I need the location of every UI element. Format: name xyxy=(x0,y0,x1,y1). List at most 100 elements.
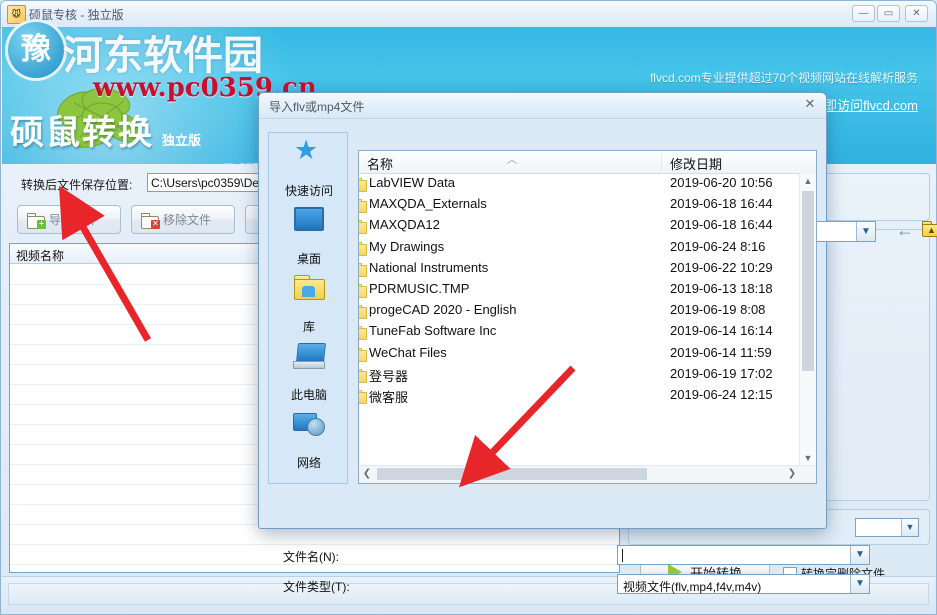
place-label: 网络 xyxy=(269,454,349,471)
place-label: 桌面 xyxy=(269,250,349,267)
folder-icon xyxy=(359,348,366,361)
folder-icon xyxy=(359,369,366,382)
file-date: 2019-06-13 18:18 xyxy=(670,281,773,296)
file-row[interactable]: PDRMUSIC.TMP 2019-06-13 18:18 xyxy=(359,279,800,300)
chevron-down-icon[interactable]: ▼ xyxy=(850,546,869,564)
banner-visit-link[interactable]: 立即访问flvcd.com xyxy=(811,95,918,114)
file-name-label: 文件名(N): xyxy=(283,548,339,565)
place-library[interactable]: 库 xyxy=(269,271,349,337)
file-date: 2019-06-18 16:44 xyxy=(670,196,773,211)
folder-add-icon: + xyxy=(27,213,44,227)
desktop-icon xyxy=(294,207,324,231)
file-row[interactable]: progeCAD 2020 - English 2019-06-19 8:08 xyxy=(359,300,800,321)
file-type-dropdown[interactable]: 视频文件(flv,mp4,f4v,m4v) ▼ xyxy=(617,574,870,594)
brand-version: 0.4.7 正式版 xyxy=(192,160,258,164)
window-title: 硕鼠专核 - 独立版 xyxy=(29,6,124,23)
chevron-down-icon[interactable]: ▼ xyxy=(856,222,875,241)
back-arrow-icon: ← xyxy=(896,220,914,240)
place-label: 快速访问 xyxy=(269,182,349,199)
file-name: LabVIEW Data xyxy=(369,175,455,190)
file-name-input[interactable]: ▼ xyxy=(617,545,870,565)
maximize-button[interactable]: ▭ xyxy=(877,5,900,22)
text-caret xyxy=(622,549,623,562)
column-header-date[interactable]: 修改日期 xyxy=(670,154,722,173)
back-button[interactable]: ← xyxy=(896,221,914,241)
video-list-row[interactable] xyxy=(10,565,619,572)
file-list-header: 名称 ︿ 修改日期 xyxy=(359,151,816,174)
place-desktop[interactable]: 桌面 xyxy=(269,203,349,269)
brand-name: 硕鼠转换 xyxy=(10,105,154,154)
file-name: MAXQDA12 xyxy=(369,217,440,232)
file-date: 2019-06-19 8:08 xyxy=(670,302,765,317)
file-date: 2019-06-20 10:56 xyxy=(670,175,773,190)
remove-file-label: 移除文件 xyxy=(163,211,211,228)
file-date: 2019-06-14 16:14 xyxy=(670,323,773,338)
file-date: 2019-06-14 11:59 xyxy=(670,345,772,360)
place-label: 此电脑 xyxy=(269,386,349,403)
file-row[interactable]: 登号器 2019-06-19 17:02 xyxy=(359,364,800,385)
folder-icon xyxy=(359,178,366,191)
import-file-button[interactable]: + 导入文件 xyxy=(17,205,121,234)
banner-promo-text: flvcd.com专业提供超过70个视频网站在线解析服务 xyxy=(650,69,918,86)
file-date: 2019-06-22 10:29 xyxy=(670,260,773,275)
close-button[interactable]: ✕ xyxy=(905,5,928,22)
file-name: 登号器 xyxy=(369,366,408,385)
folder-icon xyxy=(359,284,366,297)
file-row[interactable]: 微客服 2019-06-24 12:15 xyxy=(359,385,800,406)
file-row[interactable]: WeChat Files 2019-06-14 11:59 xyxy=(359,343,800,364)
this-pc-icon xyxy=(293,343,325,369)
file-list-vertical-scrollbar[interactable]: ▲ ▼ xyxy=(799,173,816,466)
file-name: My Drawings xyxy=(369,239,444,254)
scrollbar-thumb[interactable] xyxy=(377,468,647,480)
file-list-horizontal-scrollbar[interactable]: ❮ ❯ xyxy=(359,465,816,483)
file-row[interactable]: My Drawings 2019-06-24 8:16 xyxy=(359,237,800,258)
place-network[interactable]: 网络 xyxy=(269,407,349,473)
file-row[interactable]: LabVIEW Data 2019-06-20 10:56 xyxy=(359,173,800,194)
folder-icon xyxy=(359,263,366,276)
scroll-right-icon[interactable]: ❯ xyxy=(784,466,800,482)
folder-remove-icon: ✕ xyxy=(141,213,158,227)
network-icon xyxy=(293,411,325,437)
file-date: 2019-06-19 17:02 xyxy=(670,366,773,381)
star-icon xyxy=(294,139,324,167)
chevron-down-icon[interactable]: ▼ xyxy=(850,575,869,593)
title-bar: 🐭 硕鼠专核 - 独立版 — ▭ ✕ xyxy=(1,1,936,28)
folder-icon xyxy=(359,199,366,212)
place-quick-access[interactable]: 快速访问 xyxy=(269,135,349,201)
file-type-label: 文件类型(T): xyxy=(283,578,350,595)
remove-file-button[interactable]: ✕ 移除文件 xyxy=(131,205,235,234)
column-header-name[interactable]: 名称 xyxy=(367,154,393,173)
file-row[interactable]: TuneFab Software Inc 2019-06-14 16:14 xyxy=(359,321,800,342)
sort-ascending-icon: ︿ xyxy=(507,151,517,166)
scrollbar-thumb[interactable] xyxy=(802,191,814,371)
file-row[interactable]: MAXQDA_Externals 2019-06-18 16:44 xyxy=(359,194,800,215)
chevron-down-icon: ▼ xyxy=(901,519,918,536)
places-bar: 快速访问 桌面 库 此电脑 网络 xyxy=(268,132,348,484)
file-list[interactable]: 名称 ︿ 修改日期 LabVIEW Data 2019-06-20 10:56 … xyxy=(358,150,817,484)
file-name: progeCAD 2020 - English xyxy=(369,302,516,317)
dialog-close-icon[interactable]: ✕ xyxy=(802,96,818,112)
file-row[interactable]: National Instruments 2019-06-22 10:29 xyxy=(359,258,800,279)
app-icon: 🐭 xyxy=(7,5,26,24)
scroll-left-icon[interactable]: ❮ xyxy=(359,466,375,482)
scroll-down-icon[interactable]: ▼ xyxy=(800,450,816,466)
file-name: PDRMUSIC.TMP xyxy=(369,281,469,296)
minimize-button[interactable]: — xyxy=(852,5,875,22)
file-list-body[interactable]: LabVIEW Data 2019-06-20 10:56 MAXQDA_Ext… xyxy=(359,173,800,466)
scroll-up-icon[interactable]: ▲ xyxy=(800,173,816,189)
folder-icon xyxy=(359,305,366,318)
save-path-label: 转换后文件保存位置: xyxy=(21,176,132,193)
file-date: 2019-06-24 8:16 xyxy=(670,239,765,254)
place-this-pc[interactable]: 此电脑 xyxy=(269,339,349,405)
folder-icon xyxy=(359,242,366,255)
folder-icon xyxy=(359,390,366,403)
import-file-label: 导入文件 xyxy=(49,211,97,228)
library-icon xyxy=(294,275,324,299)
column-divider xyxy=(661,154,662,170)
place-label: 库 xyxy=(269,318,349,335)
folder-icon xyxy=(359,326,366,339)
extra-dropdown[interactable]: ▼ xyxy=(855,518,919,537)
file-row[interactable]: MAXQDA12 2019-06-18 16:44 xyxy=(359,215,800,236)
up-one-level-button[interactable]: ▲ xyxy=(922,221,937,241)
file-open-dialog: 导入flv或mp4文件 ✕ 查找范围(I): 文档 ▼ ← ▲ ▼ 快速访问 桌… xyxy=(258,92,827,529)
